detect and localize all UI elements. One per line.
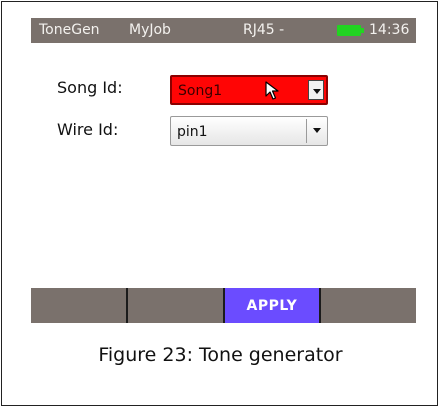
mouse-pointer-icon — [265, 81, 279, 100]
apply-button[interactable]: APPLY — [224, 288, 322, 323]
chevron-down-icon — [313, 128, 321, 133]
wire-id-label: Wire Id: — [57, 120, 119, 139]
song-id-value: Song1 — [178, 83, 223, 99]
softkey-4[interactable] — [321, 288, 416, 323]
song-id-dropdown-button[interactable] — [308, 80, 324, 100]
wire-id-value: pin1 — [177, 124, 208, 140]
figure-caption: Figure 23: Tone generator — [98, 344, 343, 366]
song-id-select[interactable]: Song1 — [170, 75, 328, 105]
softkey-2[interactable] — [128, 288, 225, 323]
status-connection: RJ45 - — [243, 22, 285, 38]
device-screen: ToneGen MyJob RJ45 - 14:36 Song Id: Song… — [31, 18, 416, 323]
dropdown-separator — [306, 119, 307, 143]
status-time: 14:36 — [369, 22, 410, 38]
softkey-1[interactable] — [31, 288, 128, 323]
chevron-down-icon — [313, 89, 321, 94]
status-job-name: MyJob — [129, 22, 171, 38]
softkey-bar: APPLY — [31, 288, 416, 323]
status-bar: ToneGen MyJob RJ45 - 14:36 — [31, 18, 416, 43]
status-app-name: ToneGen — [39, 22, 100, 38]
wire-id-select[interactable]: pin1 — [170, 116, 328, 146]
battery-icon — [337, 25, 364, 36]
song-id-label: Song Id: — [57, 78, 123, 97]
wire-id-dropdown-button[interactable] — [309, 120, 325, 142]
